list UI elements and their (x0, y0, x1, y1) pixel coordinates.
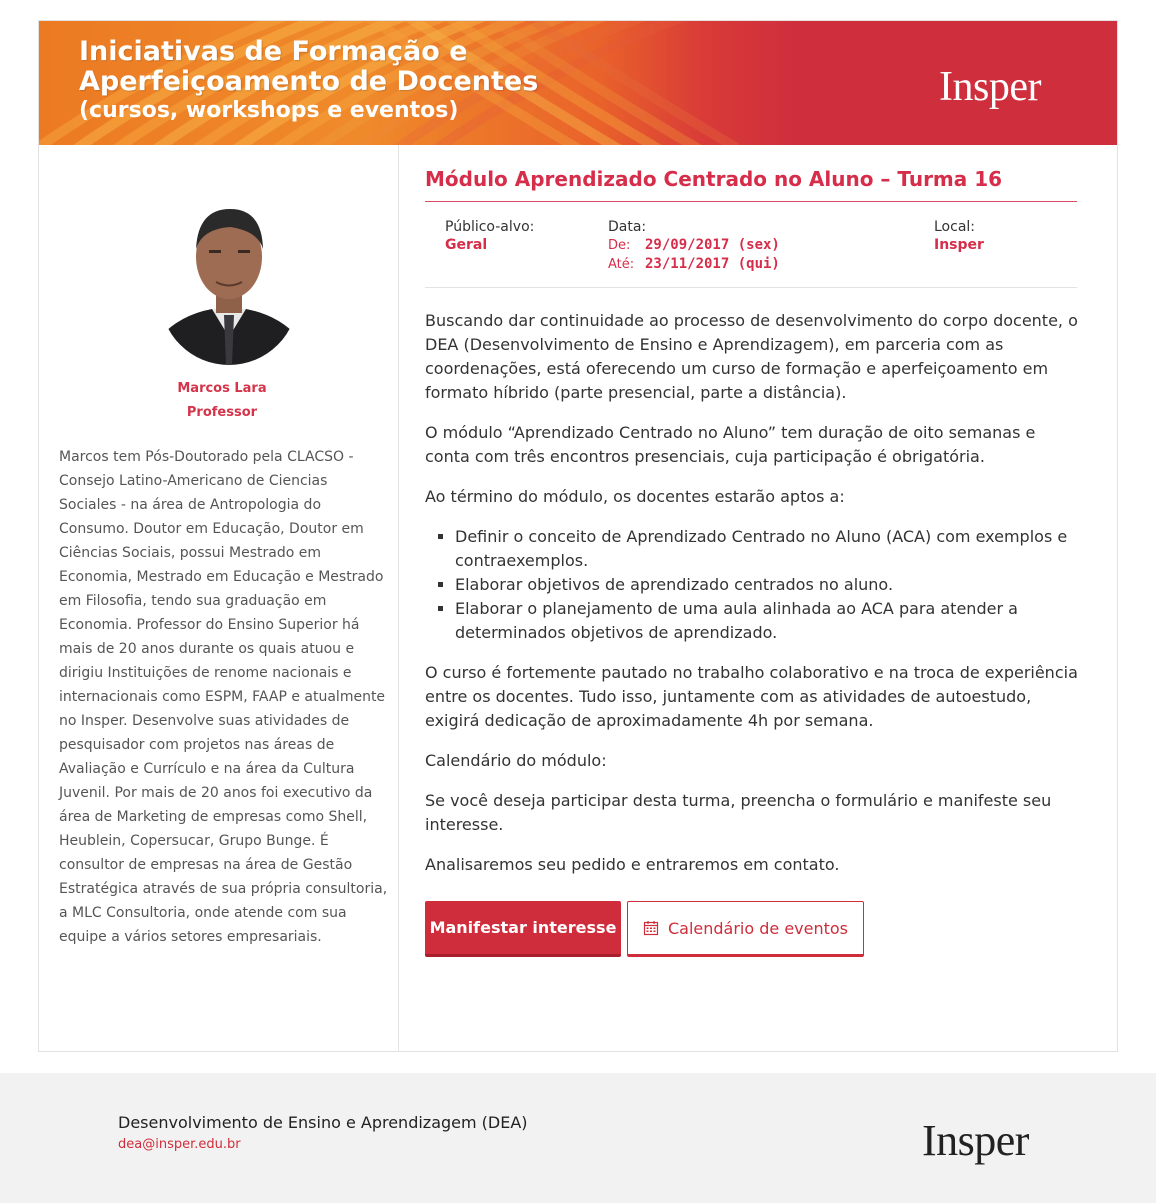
from-label: De: (608, 238, 631, 253)
professor-role: Professor (186, 405, 258, 420)
page-card: Iniciativas de Formação e Aperfeiçoament… (38, 20, 1118, 1052)
audience-label: Público-alvo: (445, 219, 535, 235)
audience-value: Geral (445, 237, 488, 253)
paragraph-collaboration: O curso é fortemente pautado no trabalho… (425, 663, 1078, 730)
footer-email-link[interactable]: dea@insper.edu.br (118, 1137, 241, 1152)
professor-sidebar: Marcos Lara Professor Marcos tem Pós-Dou… (39, 145, 399, 1051)
paragraph-intro: Buscando dar continuidade ao processo de… (425, 311, 1078, 402)
page-footer: Desenvolvimento de Ensino e Aprendizagem… (0, 1073, 1156, 1203)
date-info: Data: De: 29/09/2017 (sex) Até: 23/11/2017… (608, 218, 780, 274)
header-banner: Iniciativas de Formação e Aperfeiçoament… (39, 21, 1117, 145)
list-item: Elaborar o planejamento de uma aula alin… (455, 597, 1081, 645)
paragraph-participate: Se você deseja participar desta turma, p… (425, 791, 1052, 834)
banner-title-line2: Aperfeiçoamento de Docentes (79, 66, 539, 97)
banner-title-line3: (cursos, workshops e eventos) (79, 98, 459, 123)
from-date: 29/09/2017 (sex) (645, 237, 780, 253)
module-title: Módulo Aprendizado Centrado no Aluno – T… (425, 167, 1003, 191)
title-divider (425, 201, 1077, 202)
list-item: Elaborar objetivos de aprendizado centra… (455, 573, 1081, 597)
paragraph-objectives-intro: Ao término do módulo, os docentes estarã… (425, 487, 845, 506)
events-calendar-label: Calendário de eventos (667, 918, 849, 938)
express-interest-label: Manifestar interesse (429, 918, 617, 937)
paragraph-calendar: Calendário do módulo: (425, 751, 607, 770)
to-label: Até: (608, 257, 635, 272)
place-info: Local: Insper (934, 218, 984, 254)
professor-bio: Marcos tem Pós-Doutorado pela CLACSO - C… (59, 449, 388, 945)
meta-divider (425, 287, 1077, 288)
calendar-icon (643, 920, 659, 936)
objectives-list: Definir o conceito de Aprendizado Centra… (455, 525, 1081, 645)
insper-logo[interactable]: Insper (939, 63, 1041, 111)
footer-title: Desenvolvimento de Ensino e Aprendizagem… (118, 1113, 528, 1132)
express-interest-button[interactable]: Manifestar interesse (425, 901, 621, 957)
events-calendar-button[interactable]: Calendário de eventos (627, 901, 864, 957)
place-value: Insper (934, 237, 984, 253)
audience-info: Público-alvo: Geral (445, 218, 534, 254)
list-item: Definir o conceito de Aprendizado Centra… (455, 525, 1081, 573)
footer-insper-logo[interactable]: Insper (922, 1115, 1029, 1166)
place-label: Local: (934, 219, 976, 235)
paragraph-duration: O módulo “Aprendizado Centrado no Aluno”… (425, 423, 1036, 466)
banner-title-line1: Iniciativas de Formação e (79, 36, 468, 67)
professor-avatar (160, 209, 298, 365)
to-date: 23/11/2017 (qui) (645, 256, 780, 272)
module-description: Buscando dar continuidade ao processo de… (425, 309, 1081, 893)
paragraph-contact: Analisaremos seu pedido e entraremos em … (425, 855, 840, 874)
date-label: Data: (608, 219, 647, 235)
professor-name: Marcos Lara (177, 381, 267, 396)
banner-title: Iniciativas de Formação e Aperfeiçoament… (79, 37, 538, 125)
